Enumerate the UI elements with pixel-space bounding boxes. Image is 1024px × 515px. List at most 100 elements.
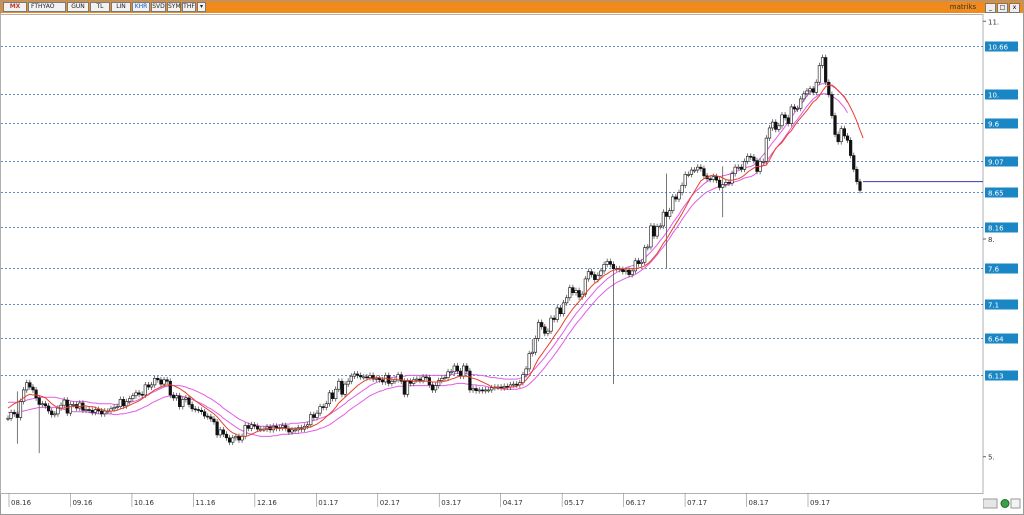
candle-body (574, 290, 578, 293)
candle-body (471, 388, 475, 391)
candle-body (727, 182, 731, 184)
candle-body (81, 402, 85, 411)
candle-body (817, 65, 822, 83)
candle-body (521, 374, 525, 383)
candle-body (430, 384, 435, 391)
candle-body (668, 210, 672, 217)
candle-body (224, 433, 229, 439)
candle-body (724, 182, 728, 185)
candle-body (131, 395, 135, 399)
candle-body (546, 330, 550, 334)
candle-body (511, 383, 516, 386)
candle-body (84, 409, 88, 411)
candle-body (62, 399, 66, 406)
candle-body (149, 384, 154, 388)
price-chart[interactable]: 10.66 10. 9.6 9.07 8.65 8.16 7.6 7.1 6.64 6.13 11.… (0, 0, 1024, 515)
candle-body (633, 260, 637, 272)
candle-body (96, 409, 101, 412)
candle-body (355, 373, 360, 376)
candle-body (65, 399, 69, 414)
candle-body (649, 225, 653, 248)
candle-body (836, 134, 840, 143)
candle-body (346, 380, 350, 385)
candle-body (256, 425, 260, 430)
candle-body (293, 429, 297, 432)
candle-body (408, 380, 413, 384)
candle-body (555, 307, 559, 320)
candle-body (396, 374, 400, 381)
y-tick-label: 8. (988, 236, 995, 244)
candle-body (352, 373, 357, 377)
ma-band-upper (8, 83, 848, 427)
candle-body (159, 379, 163, 385)
candle-body (565, 297, 569, 304)
candle-body (100, 410, 104, 415)
x-tick-label: 12.16 (257, 499, 278, 507)
candle-body (231, 437, 235, 443)
candle-body (124, 401, 129, 407)
candle-body (321, 406, 325, 408)
candle-body (780, 114, 784, 127)
candle-body (165, 379, 169, 382)
candle-body (721, 184, 725, 188)
candle-body (349, 375, 353, 382)
candle-body (596, 274, 600, 280)
candle-body (561, 302, 566, 315)
candle-body (53, 413, 57, 416)
candle-body (306, 424, 310, 427)
candle-body (692, 169, 697, 172)
y-tick-label: 7.6 (988, 266, 1000, 274)
candle-body (783, 114, 787, 119)
candle-body (671, 196, 675, 211)
candle-body (71, 404, 76, 406)
candle-body (742, 161, 747, 170)
candle-body (324, 403, 328, 408)
x-axis: 08.16 09.16 10.16 11.16 12.16 01.17 02.17 03.17… (8, 493, 830, 507)
y-tick-label: 7.1 (988, 302, 999, 310)
candle-body (621, 269, 625, 272)
candle-body (636, 260, 641, 264)
candle-body (711, 176, 715, 180)
candle-body (252, 424, 257, 427)
candle-body (746, 155, 750, 162)
candle-body (558, 307, 562, 315)
candle-body (824, 57, 828, 83)
candle-body (56, 407, 60, 415)
candle-body (680, 184, 684, 193)
candle-body (15, 413, 19, 418)
candle-body (730, 173, 734, 184)
candle-body (827, 81, 831, 95)
candle-body (858, 181, 862, 191)
candle-body (405, 380, 410, 395)
candle-body (602, 264, 606, 272)
candle-body (199, 409, 204, 413)
candle-body (524, 368, 528, 376)
candle-body (652, 225, 656, 237)
y-tick-label: 8.16 (988, 225, 1004, 233)
candle-body (362, 376, 366, 379)
candle-body (315, 412, 319, 418)
candle-body (515, 383, 519, 386)
candle-body (661, 211, 665, 227)
scroll-end-icon (1010, 498, 1021, 509)
candle-body (146, 384, 151, 388)
y-tick-label: 10.66 (988, 44, 1009, 52)
y-tick-label: 5. (988, 454, 995, 462)
candle-body (318, 406, 322, 414)
zoom-icon (1000, 499, 1010, 508)
candle-body (802, 93, 806, 100)
candle-body (455, 365, 460, 372)
candle-body (237, 436, 241, 441)
candle-body (118, 399, 122, 407)
candle-body (171, 394, 176, 399)
candle-body (761, 161, 765, 163)
candle-body (605, 261, 609, 265)
candle-body (655, 226, 659, 237)
horizontal-scrollbar[interactable] (983, 497, 1021, 509)
candle-body (402, 380, 406, 395)
candle-body (552, 317, 556, 320)
candle-body (477, 389, 481, 392)
candle-body (418, 378, 422, 381)
candle-body (31, 386, 35, 391)
y-tick-label: 8.65 (988, 190, 1004, 198)
